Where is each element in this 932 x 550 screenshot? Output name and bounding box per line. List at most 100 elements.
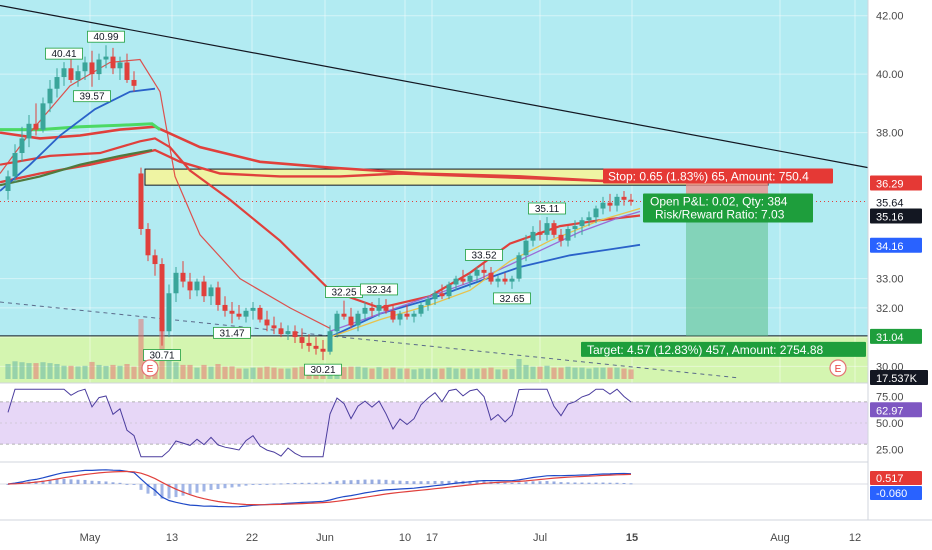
volume-bar	[299, 366, 305, 379]
volume-bar	[453, 368, 459, 379]
candle-body	[341, 313, 347, 317]
candle-body	[264, 319, 270, 326]
macd-bar	[419, 481, 423, 484]
candle-body	[96, 59, 102, 75]
candle-body	[516, 255, 522, 279]
candle-body	[397, 313, 403, 320]
macd-bar	[608, 482, 612, 484]
volume-bar	[460, 368, 466, 379]
time-label: 22	[246, 532, 258, 544]
price-label: 40.99	[93, 32, 118, 43]
macd-bar	[188, 484, 192, 495]
volume-bar	[530, 366, 536, 379]
macd-bar	[356, 479, 360, 484]
macd-bar	[237, 484, 241, 487]
time-axis[interactable]: May 13 22 Jun 10 17 Jul 15 Aug 12	[0, 519, 932, 550]
macd-bar	[90, 480, 94, 484]
volume-bar	[355, 366, 361, 379]
candle-body	[12, 153, 18, 177]
volume-bar	[509, 368, 515, 379]
macd-line	[7, 469, 632, 508]
macd-bar	[524, 481, 528, 484]
macd-bar	[258, 484, 262, 485]
volume-bar	[495, 369, 501, 379]
macd-bar	[545, 481, 549, 484]
candle-body	[460, 278, 466, 282]
volume-bar	[285, 368, 291, 379]
volume-bar	[544, 365, 550, 379]
macd-bar	[104, 481, 108, 484]
time-label: 13	[166, 532, 178, 544]
candle-body	[299, 337, 305, 343]
macd-bar	[132, 484, 136, 485]
candle-body	[285, 331, 291, 335]
price-tick: 38.00	[876, 128, 904, 140]
time-label: 15	[626, 532, 638, 544]
candle-body	[362, 307, 368, 314]
price-tick: 32.00	[876, 303, 904, 315]
macd-bar	[538, 481, 542, 484]
candle-body	[502, 278, 508, 282]
candle-body	[565, 228, 571, 241]
volume-bar	[215, 364, 221, 379]
volume-bar	[474, 368, 480, 379]
pnl-label-text: Open P&L: 0.02, Qty: 384	[650, 195, 788, 209]
volume-bar	[257, 367, 263, 379]
volume-bar	[124, 364, 130, 379]
price-badge-label: 35.64	[876, 198, 904, 210]
candle-body	[383, 304, 389, 311]
main-pane[interactable]: 40.41 40.99 39.57 30.71 31.47 32.25 32.34 30.21…	[0, 0, 869, 383]
candle-body	[369, 307, 375, 311]
macd-bar	[69, 479, 73, 484]
pnl-label[interactable]: Open P&L: 0.02, Qty: 384 Risk/Reward Rat…	[643, 193, 813, 223]
trading-chart[interactable]: 40.41 40.99 39.57 30.71 31.47 32.25 32.34 30.21…	[0, 0, 932, 550]
volume-bar	[600, 367, 606, 379]
macd-bar	[202, 484, 206, 492]
macd-bar	[272, 483, 276, 485]
macd-bar	[412, 481, 416, 484]
macd-bar	[349, 480, 353, 484]
candle-body	[523, 240, 529, 256]
volume-bar	[369, 368, 375, 379]
volume-bar	[187, 364, 193, 379]
macd-bar	[251, 484, 255, 485]
price-axis[interactable]: 42.0040.0038.0033.0032.0031.0030.00 36.2…	[867, 0, 932, 550]
time-label: Jun	[316, 532, 334, 544]
candle-body	[425, 299, 431, 305]
candle-body	[509, 278, 515, 282]
macd-bar	[517, 482, 521, 484]
candle-body	[411, 313, 417, 317]
candle-body	[152, 255, 158, 265]
macd-bar	[552, 481, 556, 484]
volume-bar	[376, 367, 382, 379]
candle-body	[82, 62, 88, 72]
candle-body	[537, 231, 543, 235]
volume-bar	[516, 359, 522, 379]
macd-pane[interactable]	[0, 469, 868, 508]
macd-bar	[111, 482, 115, 484]
rsi-pane[interactable]	[0, 388, 868, 458]
price-label: 30.21	[310, 365, 335, 376]
macd-bar	[293, 482, 297, 484]
volume-bar	[173, 362, 179, 379]
volume-bar	[61, 365, 67, 379]
volume-bar	[110, 364, 116, 379]
candle-body	[75, 71, 81, 80]
candle-body	[600, 202, 606, 209]
volume-bar	[96, 364, 102, 379]
macd-bar	[384, 479, 388, 484]
macd-bar	[76, 479, 80, 484]
candle-body	[292, 331, 298, 338]
macd-bar	[440, 481, 444, 484]
stop-label[interactable]: Stop: 0.65 (1.83%) 65, Amount: 750.4	[603, 168, 833, 184]
price-label: 32.25	[331, 288, 356, 299]
candle-body	[117, 62, 123, 69]
macd-bar	[300, 482, 304, 484]
volume-bar	[5, 364, 11, 379]
volume-bar	[593, 367, 599, 379]
macd-bar	[118, 482, 122, 484]
candle-body	[404, 313, 410, 317]
macd-bar	[587, 482, 591, 484]
candle-body	[348, 316, 354, 326]
target-label[interactable]: Target: 4.57 (12.83%) 457, Amount: 2754.…	[581, 341, 866, 357]
